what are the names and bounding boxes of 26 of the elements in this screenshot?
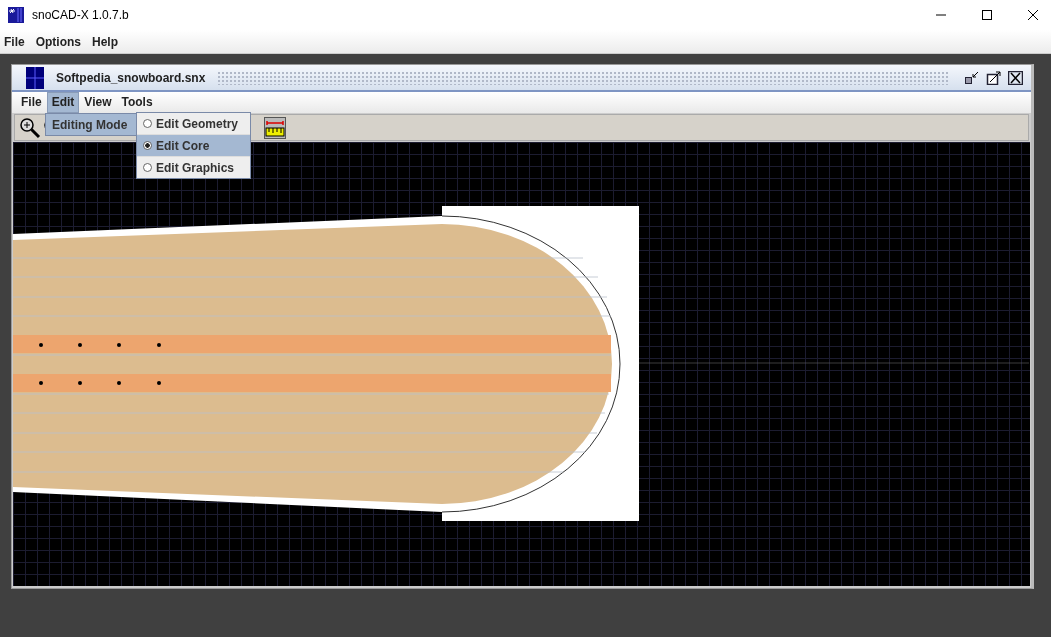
- radio-button[interactable]: [143, 119, 152, 128]
- ruler-icon[interactable]: [264, 116, 286, 139]
- window-title: snoCAD-X 1.0.7.b: [32, 8, 130, 22]
- maximize-icon[interactable]: [986, 70, 1002, 85]
- restore-icon[interactable]: [964, 70, 980, 85]
- menu-item[interactable]: Edit: [46, 92, 80, 113]
- menu-item[interactable]: Tools: [116, 92, 158, 113]
- app-icon: [8, 7, 24, 23]
- close-icon[interactable]: [1027, 9, 1039, 21]
- close-icon[interactable]: [1008, 70, 1023, 85]
- document-title: Softpedia_snowboard.snx: [55, 70, 207, 85]
- submenu-item[interactable]: Editing Mode: [46, 114, 137, 135]
- maximize-icon[interactable]: [981, 9, 993, 21]
- radio-button[interactable]: [143, 163, 152, 172]
- menu-item[interactable]: Help: [92, 34, 118, 49]
- menu-item[interactable]: Options: [35, 34, 81, 49]
- zoom-in-icon[interactable]: [19, 116, 41, 139]
- radio-menu-item[interactable]: Edit Graphics: [137, 156, 250, 178]
- menu-item[interactable]: File: [16, 92, 47, 113]
- radio-button[interactable]: [143, 141, 152, 150]
- design-canvas[interactable]: [13, 142, 1030, 586]
- document-icon: [26, 66, 44, 89]
- radio-menu-item[interactable]: Edit Geometry: [137, 113, 250, 134]
- radio-menu-item[interactable]: Edit Core: [137, 134, 250, 156]
- menu-item[interactable]: View: [79, 92, 117, 113]
- menu-item[interactable]: File: [4, 34, 25, 49]
